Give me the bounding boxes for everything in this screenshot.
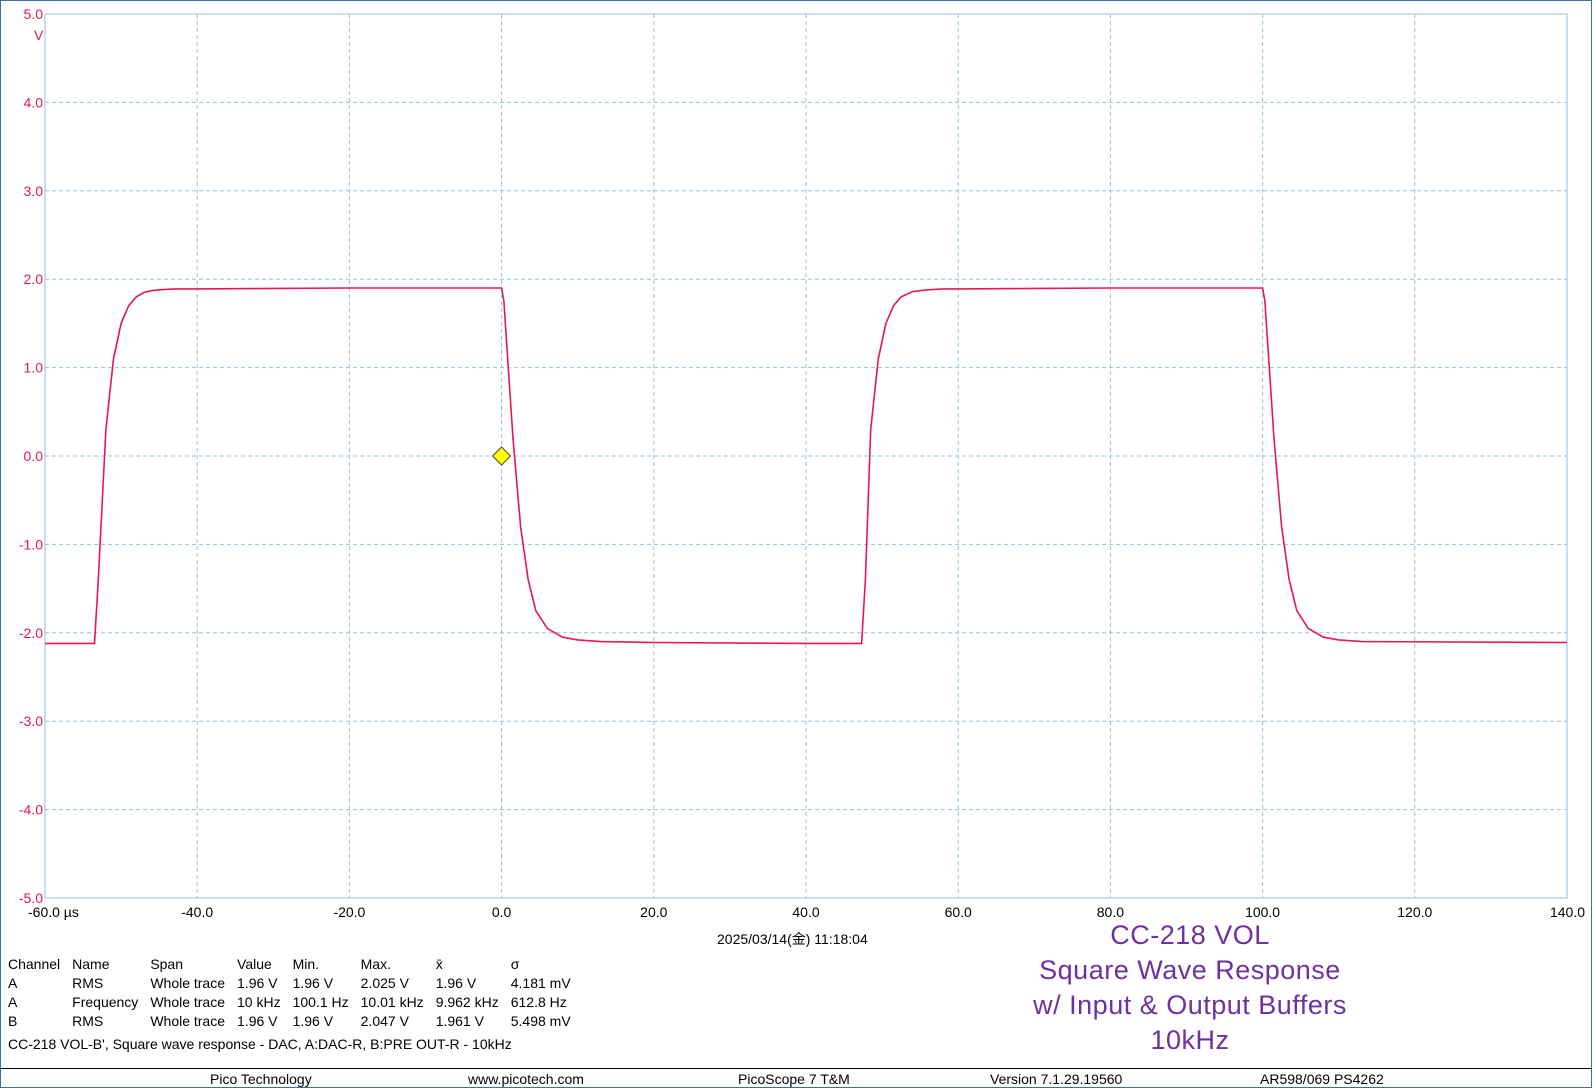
measurement-cell: 2.047 V (360, 1013, 409, 1029)
measurement-header-cell: Name (72, 956, 110, 972)
measurement-cell: 9.962 kHz (435, 994, 499, 1010)
y-tick-label: 4.0 (24, 94, 44, 110)
measurement-cell: Whole trace (150, 975, 226, 991)
x-tick-label: 140.0 (1550, 904, 1585, 920)
measurement-cell: Frequency (72, 994, 139, 1010)
y-tick-label: 0.0 (24, 448, 44, 464)
measurement-cell: B (8, 1013, 18, 1029)
y-axis-ticks: 5.04.03.02.01.00.0-1.0-2.0-3.0-4.0-5.0 (19, 6, 43, 906)
y-tick-label: -2.0 (19, 625, 43, 641)
chart-annotation: CC-218 VOL Square Wave Response w/ Input… (985, 918, 1395, 1058)
measurement-cell: 4.181 mV (510, 975, 571, 991)
measurement-cell: RMS (72, 1013, 104, 1029)
y-tick-label: -3.0 (19, 713, 43, 729)
y-tick-label: 2.0 (24, 271, 44, 287)
footer-device: AR598/069 PS4262 (1260, 1071, 1384, 1087)
measurement-header-cell: Span (150, 956, 184, 972)
measurement-header-cell: Channel (8, 956, 61, 972)
measurement-cell: RMS (72, 975, 104, 991)
x-tick-label: -20.0 (333, 904, 365, 920)
annotation-line-2: Square Wave Response (1039, 955, 1341, 985)
measurement-cell: 1.96 V (292, 1013, 334, 1029)
measurement-row[interactable]: A RMS Whole trace 1.96 V 1.96 V 2.025 V 1.96 V… (8, 974, 583, 993)
measurement-cell: 1.96 V (292, 975, 334, 991)
measurement-cell: A (8, 975, 18, 991)
footer-website[interactable]: www.picotech.com (468, 1071, 584, 1087)
footer-divider (0, 1068, 1592, 1069)
measurement-row[interactable]: B RMS Whole trace 1.96 V 1.96 V 2.047 V 1.961 … (8, 1012, 583, 1031)
measurement-cell: 1.96 V (237, 1013, 278, 1029)
annotation-line-1: CC-218 VOL (1110, 920, 1270, 950)
measurement-header-cell: Max. (360, 956, 391, 972)
measurement-header-cell: Value (237, 956, 272, 972)
measurement-header-cell: x̄ (435, 956, 443, 972)
x-tick-label: 60.0 (945, 904, 972, 920)
measurement-cell: 100.1 Hz (292, 994, 349, 1010)
measurement-cell: 5.498 mV (510, 1013, 571, 1029)
x-tick-label: 40.0 (792, 904, 819, 920)
x-tick-label: 120.0 (1397, 904, 1432, 920)
measurement-cell: 2.025 V (360, 975, 409, 991)
annotation-line-4: 10kHz (1150, 1025, 1230, 1055)
footer-company: Pico Technology (210, 1071, 312, 1087)
measurement-cell: 10.01 kHz (360, 994, 424, 1010)
measurement-cell: Whole trace (150, 1013, 226, 1029)
capture-timestamp: 2025/03/14(金) 11:18:04 (717, 931, 868, 947)
measurement-cell: 1.96 V (435, 975, 477, 991)
y-tick-label: 5.0 (24, 6, 44, 22)
footer-version: Version 7.1.29.19560 (990, 1071, 1123, 1087)
y-tick-label: -4.0 (19, 802, 43, 818)
measurement-cell: Whole trace (150, 994, 226, 1010)
trigger-marker[interactable] (491, 446, 512, 466)
measurement-cell: 10 kHz (237, 994, 281, 1010)
y-tick-label: 1.0 (24, 360, 44, 376)
x-tick-label: 20.0 (640, 904, 667, 920)
measurement-cell: A (8, 994, 18, 1010)
grid (44, 13, 1568, 899)
measurement-cell: 1.96 V (237, 975, 278, 991)
measurements-table: Channel Name Span Value Min. Max. x̄ σ A RMS Whol… (8, 955, 583, 1031)
x-tick-label: -60.0 µs (28, 904, 79, 920)
measurement-header-cell: σ (510, 956, 520, 972)
y-axis-unit: V (34, 27, 44, 43)
x-tick-label: -40.0 (181, 904, 213, 920)
capture-caption: CC-218 VOL-B', Square wave response - DA… (8, 1036, 512, 1052)
measurement-header-cell: Min. (292, 956, 320, 972)
y-tick-label: 3.0 (24, 183, 44, 199)
measurement-row[interactable]: A Frequency Whole trace 10 kHz 100.1 Hz 10.01… (8, 993, 583, 1012)
x-tick-label: 0.0 (492, 904, 512, 920)
measurement-cell: 1.961 V (435, 1013, 484, 1029)
measurements-header-row: Channel Name Span Value Min. Max. x̄ σ (8, 955, 583, 974)
measurement-cell: 612.8 Hz (510, 994, 567, 1010)
footer-product: PicoScope 7 T&M (738, 1071, 850, 1087)
y-tick-label: -1.0 (19, 536, 43, 552)
annotation-line-3: w/ Input & Output Buffers (1033, 990, 1347, 1020)
